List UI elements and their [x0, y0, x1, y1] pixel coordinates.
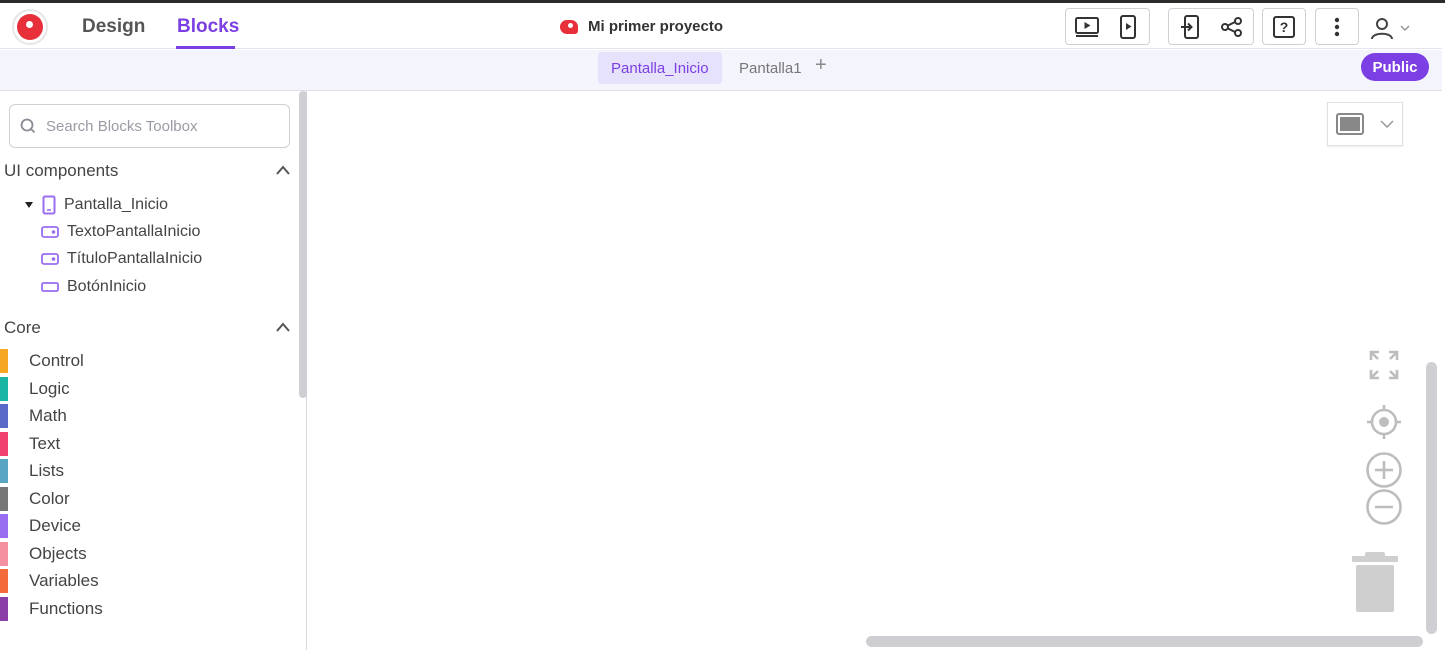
category-label: Math: [29, 406, 67, 425]
category-logic[interactable]: Logic: [0, 376, 290, 401]
screen-tabs-bar: Pantalla_Inicio Pantalla1 + Public: [0, 50, 1442, 91]
category-lists[interactable]: Lists: [0, 459, 290, 483]
tree-screen-pantalla-inicio[interactable]: Pantalla_Inicio: [24, 195, 168, 215]
screen-tab-label: Pantalla_Inicio: [611, 59, 709, 77]
category-color-swatch: [0, 486, 8, 511]
tree-item-label: TítuloPantallaInicio: [67, 250, 203, 267]
tree-item-label: TextoPantallaInicio: [67, 223, 201, 240]
category-color-swatch: [0, 596, 8, 621]
section-core[interactable]: Core: [4, 318, 41, 338]
chevron-down-icon: [1400, 25, 1410, 32]
preview-button-group: [1065, 8, 1150, 45]
tree-item-label: BotónInicio: [67, 278, 147, 295]
import-icon[interactable]: [1169, 9, 1211, 44]
label-component-icon: [41, 226, 59, 238]
app-logo[interactable]: [12, 9, 48, 45]
blocks-workspace[interactable]: [308, 91, 1442, 650]
category-label: Variables: [29, 571, 99, 590]
add-screen-button[interactable]: +: [815, 54, 827, 77]
account-icon: [1371, 18, 1393, 40]
project-name: Mi primer proyecto: [588, 17, 724, 35]
category-math[interactable]: Math: [0, 404, 290, 428]
tree-item-botoninicio[interactable]: BotónInicio: [41, 278, 146, 296]
screen-tab-pantalla1[interactable]: Pantalla1: [726, 52, 815, 84]
category-color-swatch: [0, 431, 8, 456]
project-icon: [558, 16, 580, 36]
chevron-up-icon[interactable]: [275, 164, 291, 176]
screen-tab-label: Pantalla1: [739, 59, 802, 77]
help-icon[interactable]: ?: [1263, 9, 1305, 44]
category-functions[interactable]: Functions: [0, 596, 290, 621]
workspace-vertical-scrollbar[interactable]: [1426, 362, 1437, 634]
tree-item-label: Pantalla_Inicio: [64, 196, 169, 213]
category-label: Control: [29, 351, 84, 370]
category-label: Text: [29, 433, 61, 453]
tablet-view-icon: [1336, 113, 1364, 135]
category-color[interactable]: Color: [0, 486, 290, 511]
button-component-icon: [41, 282, 59, 292]
project-title: Mi primer proyecto: [558, 16, 723, 36]
blocks-toolbox: UI components Pantalla_Inicio TextoPanta…: [0, 91, 307, 650]
category-objects[interactable]: Objects: [0, 541, 290, 566]
app-header: Design Blocks Mi primer proyecto ?: [0, 3, 1442, 49]
category-color-swatch: [0, 459, 8, 483]
more-menu-button[interactable]: [1315, 8, 1359, 45]
zoom-in-icon[interactable]: [1365, 451, 1403, 489]
zoom-out-icon[interactable]: [1365, 488, 1403, 526]
category-color-swatch: [0, 404, 8, 428]
category-text[interactable]: Text: [0, 431, 290, 456]
category-label: Lists: [29, 461, 64, 480]
toolbox-search: [9, 104, 290, 148]
project-actions-group: [1168, 8, 1254, 45]
tree-item-titulopantallainicio[interactable]: TítuloPantallaInicio: [41, 250, 202, 268]
category-color-swatch: [0, 514, 8, 538]
section-ui-components[interactable]: UI components: [4, 161, 118, 181]
recenter-icon[interactable]: [1366, 404, 1402, 440]
chevron-down-icon: [1380, 119, 1394, 128]
tab-design[interactable]: Design: [82, 16, 145, 38]
category-label: Device: [29, 516, 81, 535]
category-variables[interactable]: Variables: [0, 569, 290, 593]
workspace-view-dropdown[interactable]: [1327, 102, 1403, 146]
tab-blocks[interactable]: Blocks: [177, 16, 239, 38]
category-label: Logic: [29, 378, 70, 398]
workspace-horizontal-scrollbar[interactable]: [866, 636, 1423, 647]
fullscreen-icon[interactable]: [1369, 350, 1399, 380]
search-input[interactable]: [46, 117, 266, 135]
category-label: Functions: [29, 598, 103, 618]
search-icon: [20, 118, 36, 134]
category-color-swatch: [0, 349, 8, 373]
label-component-icon: [41, 253, 59, 265]
category-color-swatch: [0, 376, 8, 401]
trash-icon[interactable]: [1351, 551, 1399, 613]
expand-triangle-icon[interactable]: [24, 201, 34, 209]
category-color-swatch: [0, 541, 8, 566]
sidebar-scrollbar[interactable]: [299, 91, 307, 398]
preview-icon[interactable]: [1066, 9, 1108, 44]
svg-text:?: ?: [1280, 19, 1289, 35]
share-icon[interactable]: [1211, 9, 1253, 44]
public-badge[interactable]: Public: [1361, 53, 1429, 81]
more-icon[interactable]: [1316, 9, 1358, 44]
category-device[interactable]: Device: [0, 514, 290, 538]
screen-icon: [42, 195, 56, 215]
help-button[interactable]: ?: [1262, 8, 1306, 45]
tree-item-textopantallainicio[interactable]: TextoPantallaInicio: [41, 223, 200, 241]
chevron-up-icon[interactable]: [275, 321, 291, 333]
category-control[interactable]: Control: [0, 349, 290, 373]
device-preview-icon[interactable]: [1108, 9, 1150, 44]
category-label: Color: [29, 488, 70, 508]
account-menu[interactable]: [1370, 13, 1424, 43]
category-color-swatch: [0, 569, 8, 593]
screen-tab-pantalla-inicio[interactable]: Pantalla_Inicio: [598, 52, 722, 84]
active-tab-indicator: [176, 46, 235, 49]
category-label: Objects: [29, 543, 87, 563]
